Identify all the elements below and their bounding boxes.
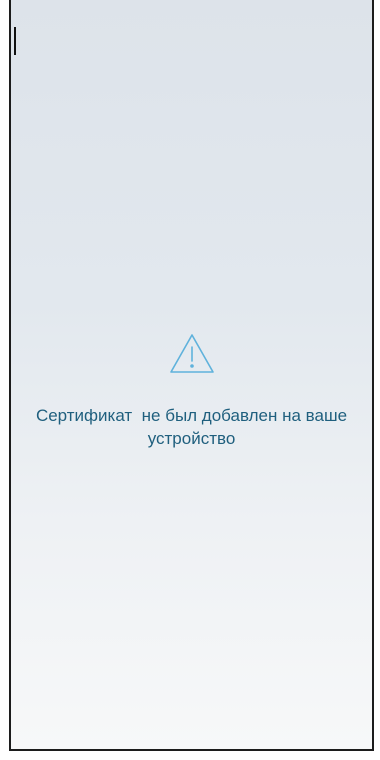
error-message: Сертификат не был добавлен на ваше устро… <box>35 406 352 448</box>
app-screen: Сертификат не был добавлен на ваше устро… <box>9 0 374 751</box>
text-cursor <box>14 27 16 55</box>
warning-triangle-icon <box>169 334 214 373</box>
warning-container: Сертификат не был добавлен на ваше устро… <box>11 332 372 450</box>
